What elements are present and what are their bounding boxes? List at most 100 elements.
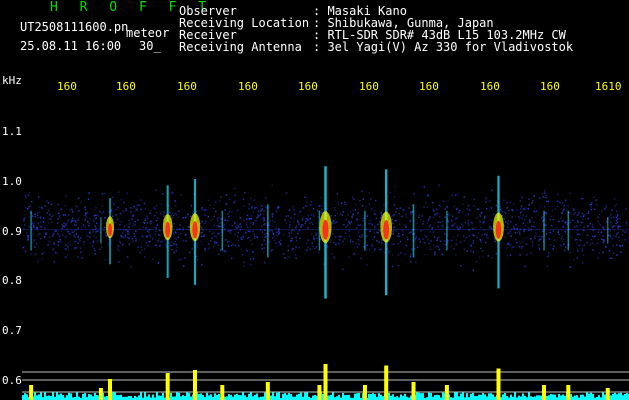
noise-speck xyxy=(451,215,454,218)
noise-speck xyxy=(480,240,482,243)
noise-speck xyxy=(247,236,250,239)
noise-speck xyxy=(201,208,203,211)
noise-speck xyxy=(424,253,426,256)
noise-speck xyxy=(261,208,263,210)
noise-speck xyxy=(398,235,401,238)
noise-speck xyxy=(239,223,241,225)
activity-bar xyxy=(328,395,330,400)
noise-speck xyxy=(429,223,432,226)
noise-speck xyxy=(143,248,146,250)
noise-speck xyxy=(74,236,76,238)
noise-speck xyxy=(73,234,75,237)
noise-speck xyxy=(338,243,340,245)
noise-speck xyxy=(295,257,297,260)
noise-speck xyxy=(521,217,523,219)
noise-speck xyxy=(538,244,540,246)
noise-speck xyxy=(427,220,429,222)
noise-speck xyxy=(129,207,132,209)
noise-speck xyxy=(418,214,421,216)
noise-speck xyxy=(522,222,525,224)
noise-speck xyxy=(315,232,318,235)
noise-speck xyxy=(114,209,117,211)
activity-spike xyxy=(323,364,328,400)
noise-speck xyxy=(531,216,533,219)
noise-speck xyxy=(199,240,202,243)
noise-speck xyxy=(153,226,155,229)
activity-bar xyxy=(264,392,266,400)
noise-speck xyxy=(490,219,493,221)
noise-speck xyxy=(545,194,547,196)
activity-bar xyxy=(234,394,236,400)
noise-speck xyxy=(169,212,171,214)
activity-bar xyxy=(330,394,332,400)
activity-bar xyxy=(626,392,628,400)
noise-speck xyxy=(511,208,513,211)
noise-speck xyxy=(624,231,626,233)
noise-speck xyxy=(462,235,465,237)
noise-speck xyxy=(242,198,245,201)
noise-speck xyxy=(577,250,579,252)
noise-speck xyxy=(130,218,132,220)
noise-speck xyxy=(400,215,403,218)
noise-speck xyxy=(540,238,542,240)
noise-speck xyxy=(591,202,593,204)
noise-speck xyxy=(391,254,394,257)
noise-speck xyxy=(519,212,522,214)
noise-speck xyxy=(495,252,498,255)
activity-bar xyxy=(290,394,292,400)
noise-speck xyxy=(171,192,174,194)
activity-bar xyxy=(530,396,532,400)
noise-speck xyxy=(53,213,55,215)
noise-speck xyxy=(357,212,359,214)
noise-speck xyxy=(464,214,467,216)
noise-speck xyxy=(313,215,316,217)
noise-speck xyxy=(334,214,336,217)
noise-speck xyxy=(73,241,76,243)
noise-speck xyxy=(511,247,513,249)
noise-speck xyxy=(434,251,437,253)
noise-speck xyxy=(373,210,375,212)
noise-speck xyxy=(139,251,142,254)
noise-speck xyxy=(118,261,120,263)
activity-bar xyxy=(470,393,472,400)
noise-speck xyxy=(506,255,509,257)
noise-speck xyxy=(507,226,509,228)
noise-speck xyxy=(484,233,486,235)
activity-bar xyxy=(88,394,90,400)
activity-bar xyxy=(438,395,440,400)
noise-speck xyxy=(102,211,105,213)
noise-speck xyxy=(598,223,600,225)
noise-speck xyxy=(234,233,236,236)
noise-speck xyxy=(146,215,148,218)
noise-speck xyxy=(509,201,511,203)
noise-speck xyxy=(617,231,619,234)
noise-speck xyxy=(602,251,604,253)
noise-speck xyxy=(46,200,48,202)
noise-speck xyxy=(472,228,474,230)
noise-speck xyxy=(605,246,607,248)
noise-speck xyxy=(64,256,67,258)
noise-speck xyxy=(260,210,262,212)
noise-speck xyxy=(345,218,348,221)
noise-speck xyxy=(293,210,295,212)
echo-hot-core xyxy=(322,219,329,240)
mode-label: meteor xyxy=(126,26,170,40)
noise-speck xyxy=(609,235,612,238)
noise-speck xyxy=(423,186,425,188)
noise-speck xyxy=(398,223,401,225)
activity-bar xyxy=(400,394,402,400)
noise-speck xyxy=(268,241,271,243)
noise-speck xyxy=(535,232,537,234)
spectrogram-plot xyxy=(22,98,629,400)
activity-bar xyxy=(58,394,60,400)
noise-speck xyxy=(188,251,191,254)
activity-bar xyxy=(484,394,486,400)
noise-speck xyxy=(358,235,361,238)
noise-speck xyxy=(234,244,237,247)
noise-speck xyxy=(581,248,583,250)
noise-speck xyxy=(395,219,397,222)
activity-bar xyxy=(354,393,356,400)
activity-bar xyxy=(198,393,200,400)
noise-speck xyxy=(515,239,517,241)
noise-speck xyxy=(436,245,438,247)
